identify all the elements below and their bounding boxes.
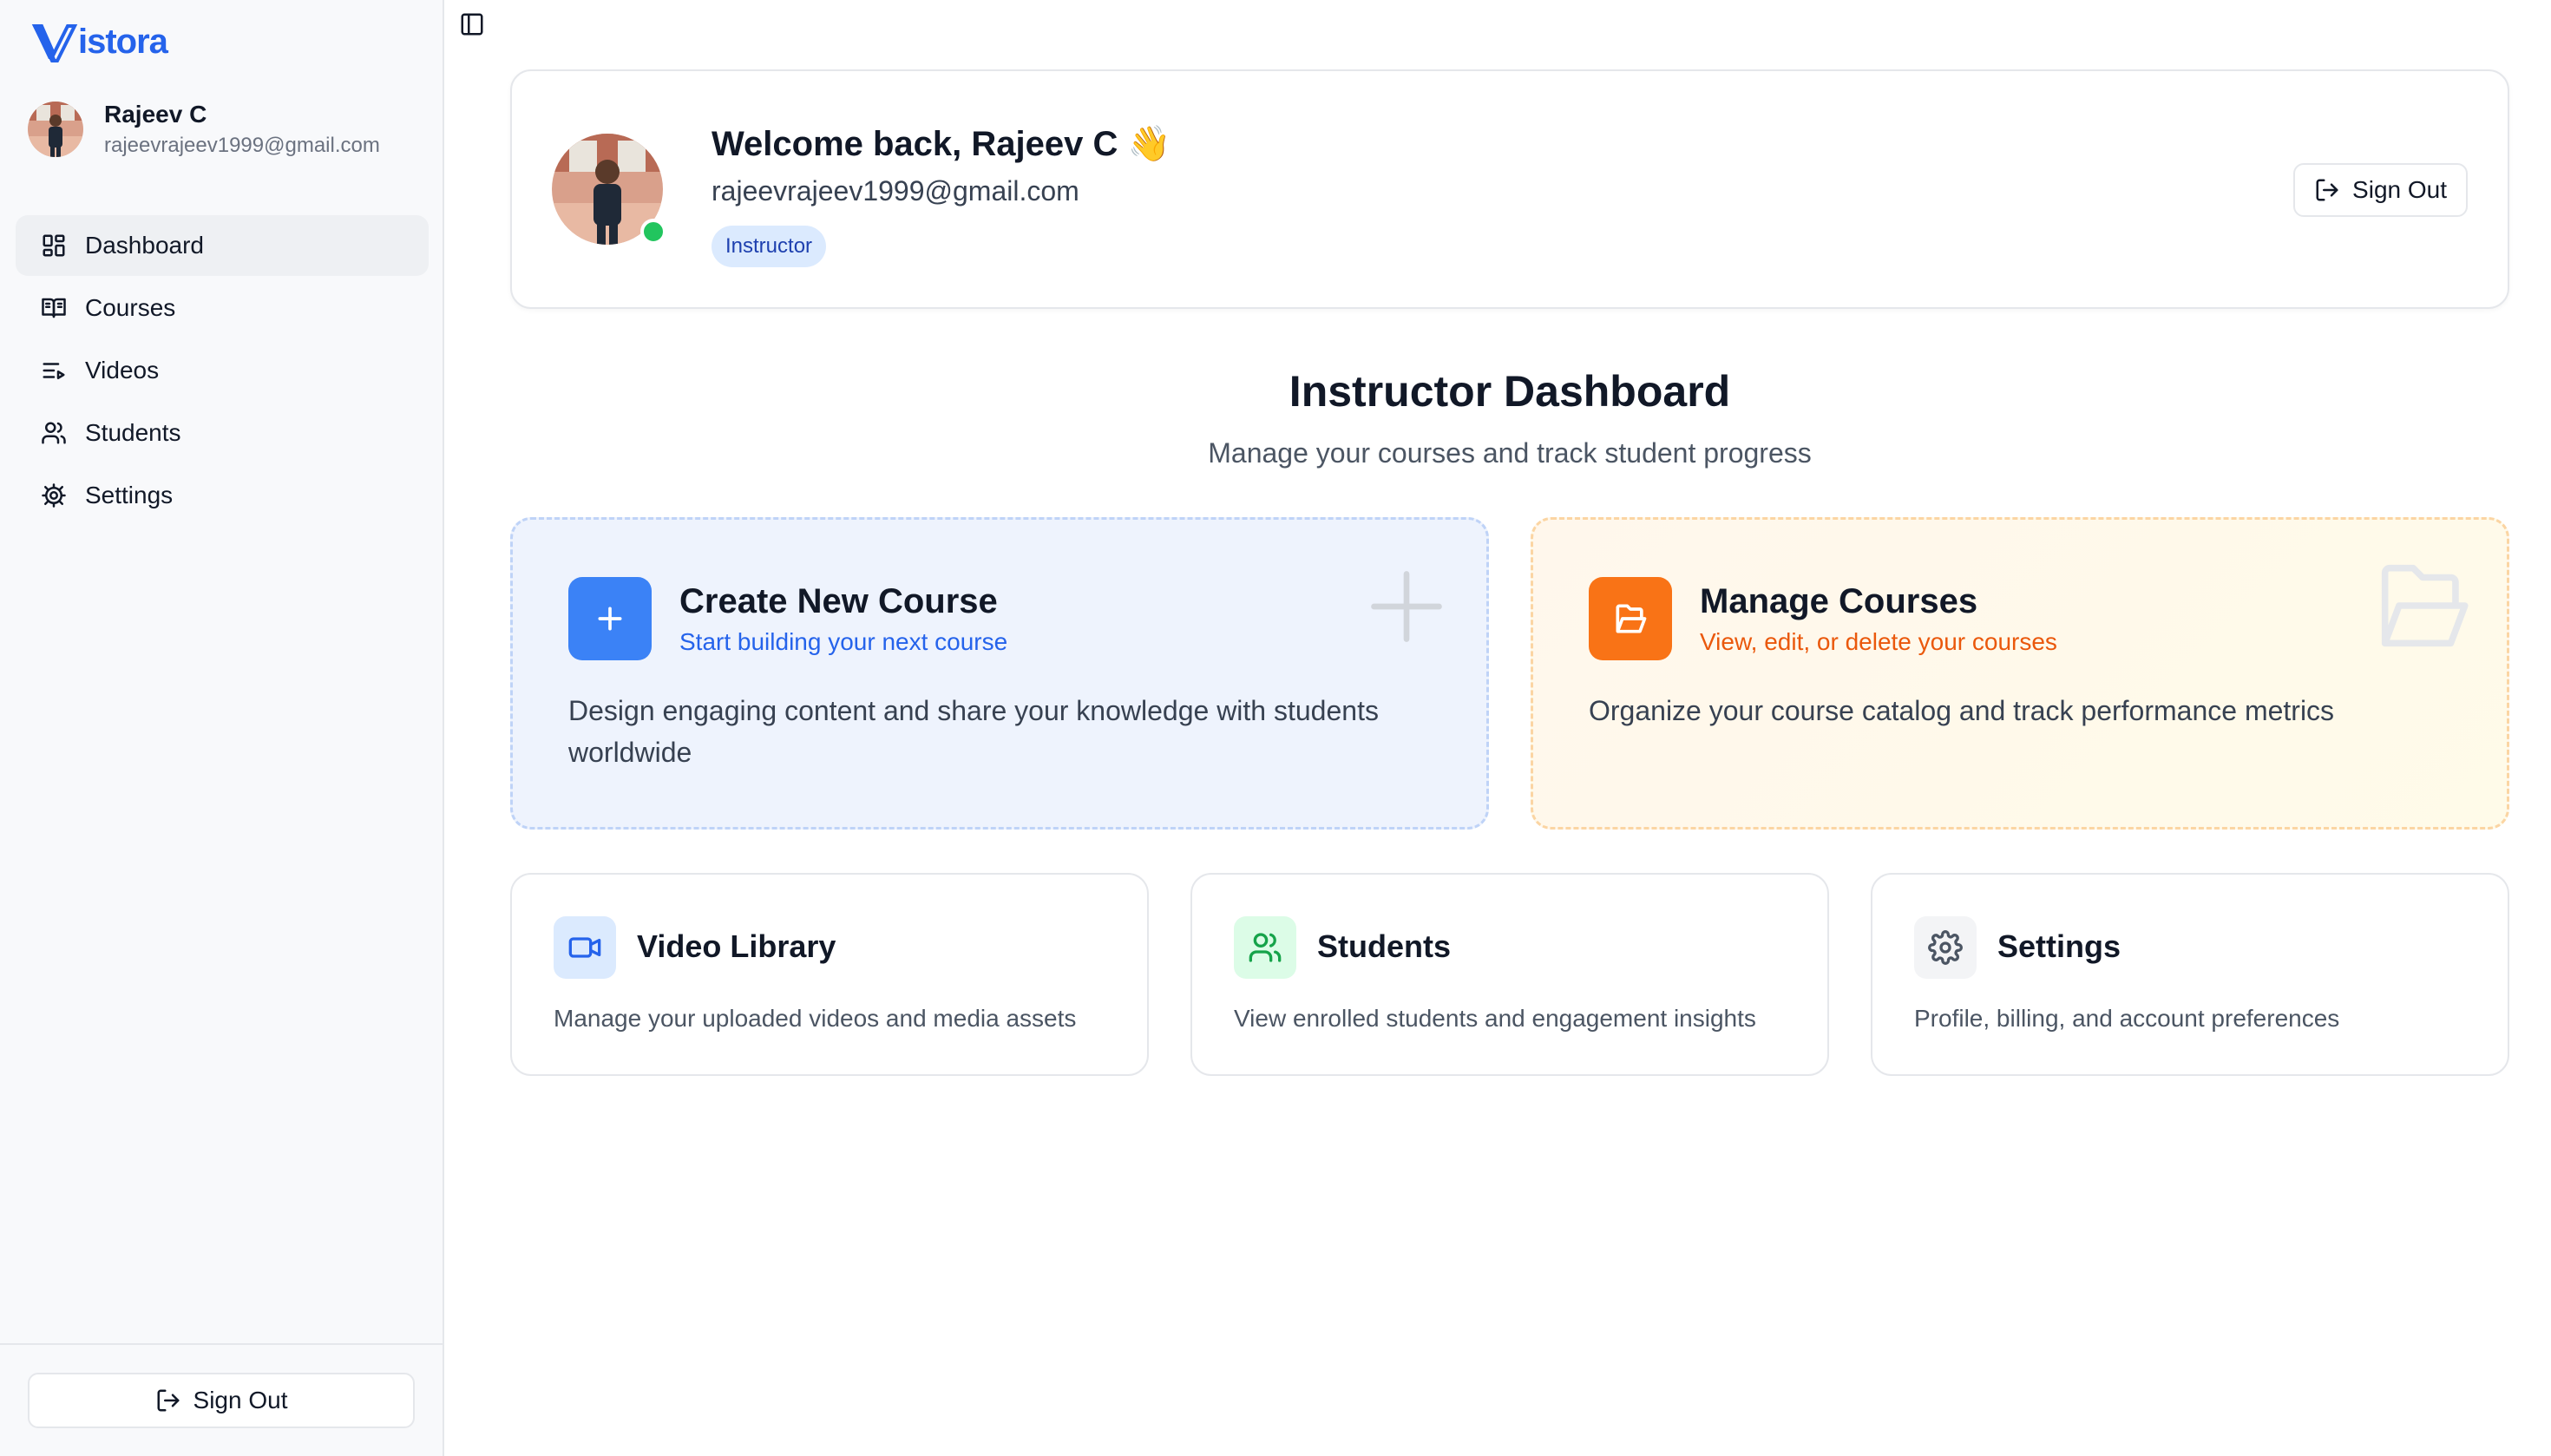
log-out-icon	[2316, 179, 2338, 201]
card-description: View enrolled students and engagement in…	[1234, 1005, 1756, 1032]
page-subtitle: Manage your courses and track student pr…	[1208, 437, 1812, 469]
sign-out-label: Sign Out	[193, 1387, 288, 1413]
welcome-heading: Welcome back, Rajeev C 👋	[712, 125, 1171, 163]
welcome-card: Welcome back, Rajeev C 👋 rajeevrajeev199…	[510, 69, 2509, 309]
sidebar: istora Rajeev C rajeevrajeev1999@gmail.c…	[0, 0, 444, 1456]
header-sign-out-button[interactable]: Sign Out	[2293, 163, 2468, 217]
users-icon	[1234, 916, 1296, 979]
card-subtitle: Start building your next course	[679, 628, 1008, 655]
card-description: Profile, billing, and account preference…	[1914, 1005, 2340, 1032]
user-name: Rajeev C	[104, 101, 207, 128]
sidebar-nav: Dashboard Courses Videos Students Settin…	[16, 215, 429, 528]
video-camera-icon	[554, 916, 616, 979]
panel-left-icon	[461, 13, 483, 36]
online-status-dot	[640, 219, 666, 245]
user-email: rajeevrajeev1999@gmail.com	[104, 134, 380, 157]
sidebar-item-videos[interactable]: Videos	[16, 340, 429, 401]
card-subtitle: View, edit, or delete your courses	[1700, 628, 2057, 655]
sidebar-item-label: Videos	[85, 357, 160, 384]
profile-email: rajeevrajeev1999@gmail.com	[712, 175, 1079, 207]
role-badge: Instructor	[712, 226, 827, 267]
gear-icon	[1914, 916, 1977, 979]
logo-text: istora	[78, 22, 168, 61]
sign-out-label: Sign Out	[2352, 176, 2447, 203]
video-library-card[interactable]: Video Library Manage your uploaded video…	[510, 873, 1149, 1076]
card-title: Video Library	[637, 928, 836, 964]
sidebar-item-dashboard[interactable]: Dashboard	[16, 215, 429, 276]
plus-icon	[568, 577, 652, 660]
sidebar-item-courses[interactable]: Courses	[16, 278, 429, 338]
card-title: Manage Courses	[1700, 582, 1978, 620]
dashboard-icon	[40, 232, 68, 259]
page-title: Instructor Dashboard	[1289, 367, 1731, 416]
log-out-icon	[157, 1389, 180, 1412]
sidebar-item-label: Students	[85, 419, 181, 446]
create-course-card[interactable]: Create New Course Start building your ne…	[510, 517, 1489, 830]
sidebar-sign-out-button[interactable]: Sign Out	[28, 1373, 415, 1428]
book-open-icon	[40, 294, 68, 322]
plus-watermark-icon	[1371, 571, 1442, 642]
sidebar-item-label: Dashboard	[85, 232, 204, 259]
sidebar-item-settings[interactable]: Settings	[16, 465, 429, 526]
users-icon	[40, 419, 68, 447]
folder-watermark-icon	[2381, 564, 2469, 647]
sidebar-item-students[interactable]: Students	[16, 403, 429, 463]
card-title: Students	[1317, 928, 1452, 964]
avatar	[28, 102, 83, 157]
folder-open-icon	[1589, 577, 1672, 660]
card-title: Settings	[1997, 928, 2121, 964]
brand-logo[interactable]: istora	[30, 19, 168, 64]
sidebar-item-label: Settings	[85, 482, 174, 508]
list-video-icon	[40, 357, 68, 384]
card-description: Organize your course catalog and track p…	[1589, 695, 2335, 726]
gear-icon	[40, 482, 68, 509]
sidebar-user[interactable]: Rajeev C rajeevrajeev1999@gmail.com	[28, 99, 380, 160]
sidebar-toggle-button[interactable]	[456, 10, 488, 38]
main-content: Welcome back, Rajeev C 👋 rajeevrajeev199…	[444, 0, 2551, 1456]
sidebar-item-label: Courses	[85, 294, 176, 321]
logo-v-icon	[31, 24, 78, 62]
sidebar-footer: Sign Out	[0, 1343, 443, 1456]
card-title: Create New Course	[679, 582, 998, 620]
settings-card[interactable]: Settings Profile, billing, and account p…	[1871, 873, 2509, 1076]
card-description: Manage your uploaded videos and media as…	[554, 1005, 1077, 1032]
manage-courses-card[interactable]: Manage Courses View, edit, or delete you…	[1531, 517, 2509, 830]
card-description: Design engaging content and share your k…	[568, 695, 1379, 768]
students-card[interactable]: Students View enrolled students and enga…	[1190, 873, 1829, 1076]
